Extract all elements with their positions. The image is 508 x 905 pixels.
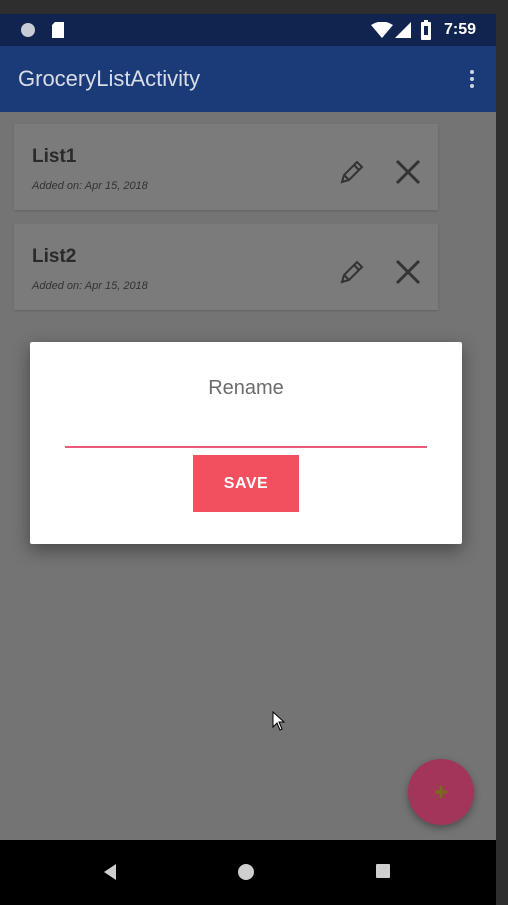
list-item[interactable]: List2 Added on: Apr 15, 2018 bbox=[14, 224, 438, 310]
screen-frame: 7:59 GroceryListActivity List1 Added on:… bbox=[0, 0, 508, 905]
rename-input[interactable] bbox=[65, 420, 427, 448]
close-icon[interactable] bbox=[392, 256, 424, 288]
plus-icon bbox=[435, 786, 447, 798]
signal-icon bbox=[395, 22, 411, 38]
notification-dot-icon bbox=[21, 23, 35, 37]
phone-screen: 7:59 GroceryListActivity List1 Added on:… bbox=[0, 14, 496, 905]
wifi-icon bbox=[371, 22, 393, 38]
sd-card-icon bbox=[52, 22, 64, 38]
home-icon[interactable] bbox=[238, 864, 254, 880]
more-vert-icon[interactable] bbox=[468, 70, 476, 92]
close-icon[interactable] bbox=[392, 156, 424, 188]
battery-icon bbox=[421, 20, 431, 40]
list-added-date: Added on: Apr 15, 2018 bbox=[32, 280, 148, 292]
status-bar: 7:59 bbox=[0, 14, 496, 46]
save-button[interactable]: SAVE bbox=[193, 455, 299, 512]
status-time: 7:59 bbox=[443, 21, 476, 38]
mouse-cursor-icon bbox=[272, 711, 286, 731]
dialog-title: Rename bbox=[208, 377, 284, 399]
pencil-icon[interactable] bbox=[336, 156, 368, 188]
recents-icon[interactable] bbox=[376, 864, 390, 878]
back-icon[interactable] bbox=[100, 862, 120, 882]
list-name: List2 bbox=[32, 246, 77, 267]
pencil-icon[interactable] bbox=[336, 256, 368, 288]
app-bar: GroceryListActivity bbox=[0, 46, 496, 112]
system-nav-bar bbox=[0, 840, 496, 905]
list-added-date: Added on: Apr 15, 2018 bbox=[32, 180, 148, 192]
list-item[interactable]: List1 Added on: Apr 15, 2018 bbox=[14, 124, 438, 210]
add-list-fab[interactable] bbox=[408, 759, 474, 825]
rename-dialog: Rename SAVE bbox=[30, 342, 462, 544]
app-title: GroceryListActivity bbox=[18, 66, 201, 91]
list-name: List1 bbox=[32, 146, 77, 167]
